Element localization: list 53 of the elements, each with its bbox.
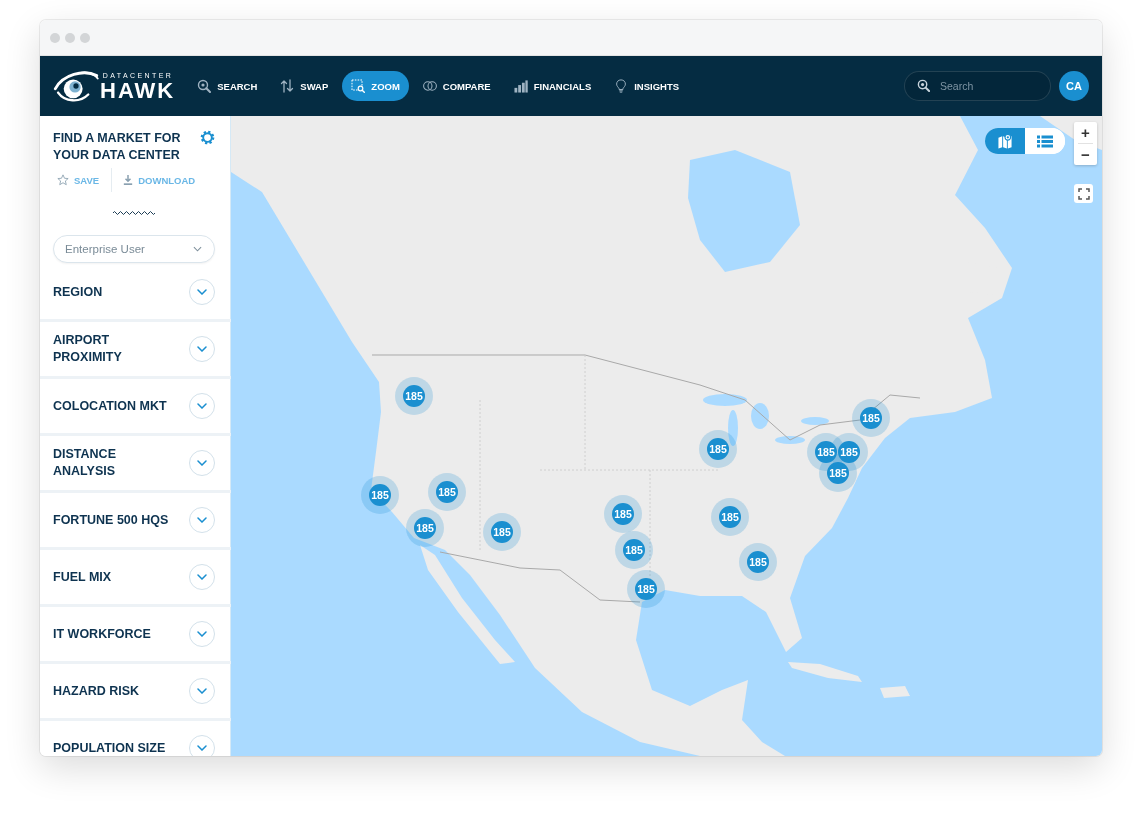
filter-label[interactable]: HAZARD RISK <box>53 682 178 700</box>
settings-icon[interactable] <box>200 130 215 145</box>
filter-label[interactable]: DISTANCE ANALYSIS <box>53 446 178 480</box>
search-icon <box>917 79 930 92</box>
expand-button[interactable] <box>189 450 215 476</box>
fullscreen-icon <box>1077 187 1090 200</box>
nav-tab[interactable]: SEARCH <box>188 71 267 101</box>
chevron-down-icon <box>193 246 202 252</box>
download-button[interactable]: DOWNLOAD <box>123 174 196 186</box>
expand-button[interactable] <box>189 279 215 305</box>
map-pin-icon <box>997 133 1013 149</box>
zoom-out-button[interactable]: − <box>1074 144 1097 165</box>
nav-tab[interactable]: COMPARE <box>413 71 500 101</box>
map-view-button[interactable] <box>985 128 1025 154</box>
nav-tab[interactable]: SWAP <box>271 71 338 101</box>
expand-button[interactable] <box>189 678 215 704</box>
save-button[interactable]: SAVE <box>57 174 100 186</box>
expand-button[interactable] <box>189 735 215 756</box>
filter-label[interactable]: IT WORKFORCE <box>53 625 178 643</box>
expand-button[interactable] <box>189 621 215 647</box>
window-dot-icon <box>65 32 75 43</box>
nav-tab[interactable]: ZOOM <box>342 71 409 101</box>
nav-tab[interactable]: FINANCIALS <box>504 71 601 101</box>
star-icon <box>57 174 69 186</box>
window-dot-icon <box>80 32 90 43</box>
swap-arrows-icon <box>280 79 295 93</box>
expand-button[interactable] <box>189 507 215 533</box>
expand-button[interactable] <box>189 564 215 590</box>
sidebar-title: FIND A MARKET FOR YOUR DATA CENTER <box>53 130 182 164</box>
logo-text: HAWK <box>100 79 176 102</box>
lightbulb-icon <box>614 79 629 93</box>
fullscreen-button[interactable] <box>1074 184 1093 203</box>
zoom-selection-icon <box>351 79 366 93</box>
filter-label[interactable]: FORTUNE 500 HQS <box>53 511 178 529</box>
bar-chart-icon <box>513 79 528 93</box>
filter-label[interactable]: REGION <box>53 283 178 301</box>
search-field[interactable]: Search <box>904 71 1051 101</box>
overlapping-circles-icon <box>422 79 437 93</box>
filter-label[interactable]: FUEL MIX <box>53 568 178 586</box>
filter-label[interactable]: POPULATION SIZE <box>53 739 178 756</box>
list-icon <box>1037 133 1053 149</box>
user-type-dropdown[interactable]: Enterprise User <box>53 235 215 263</box>
filter-label[interactable]: COLOCATION MKT <box>53 397 178 415</box>
expand-button[interactable] <box>189 393 215 419</box>
download-icon <box>123 174 134 186</box>
magnifier-icon <box>197 79 212 93</box>
wavy-line-icon <box>113 209 156 215</box>
eye-logo-icon <box>53 69 99 103</box>
expand-button[interactable] <box>189 336 215 362</box>
filter-label[interactable]: AIRPORT PROXIMITY <box>53 332 178 366</box>
window-dot-icon <box>50 32 60 43</box>
nav-tab[interactable]: INSIGHTS <box>605 71 689 101</box>
avatar-button[interactable]: CA <box>1059 71 1089 101</box>
